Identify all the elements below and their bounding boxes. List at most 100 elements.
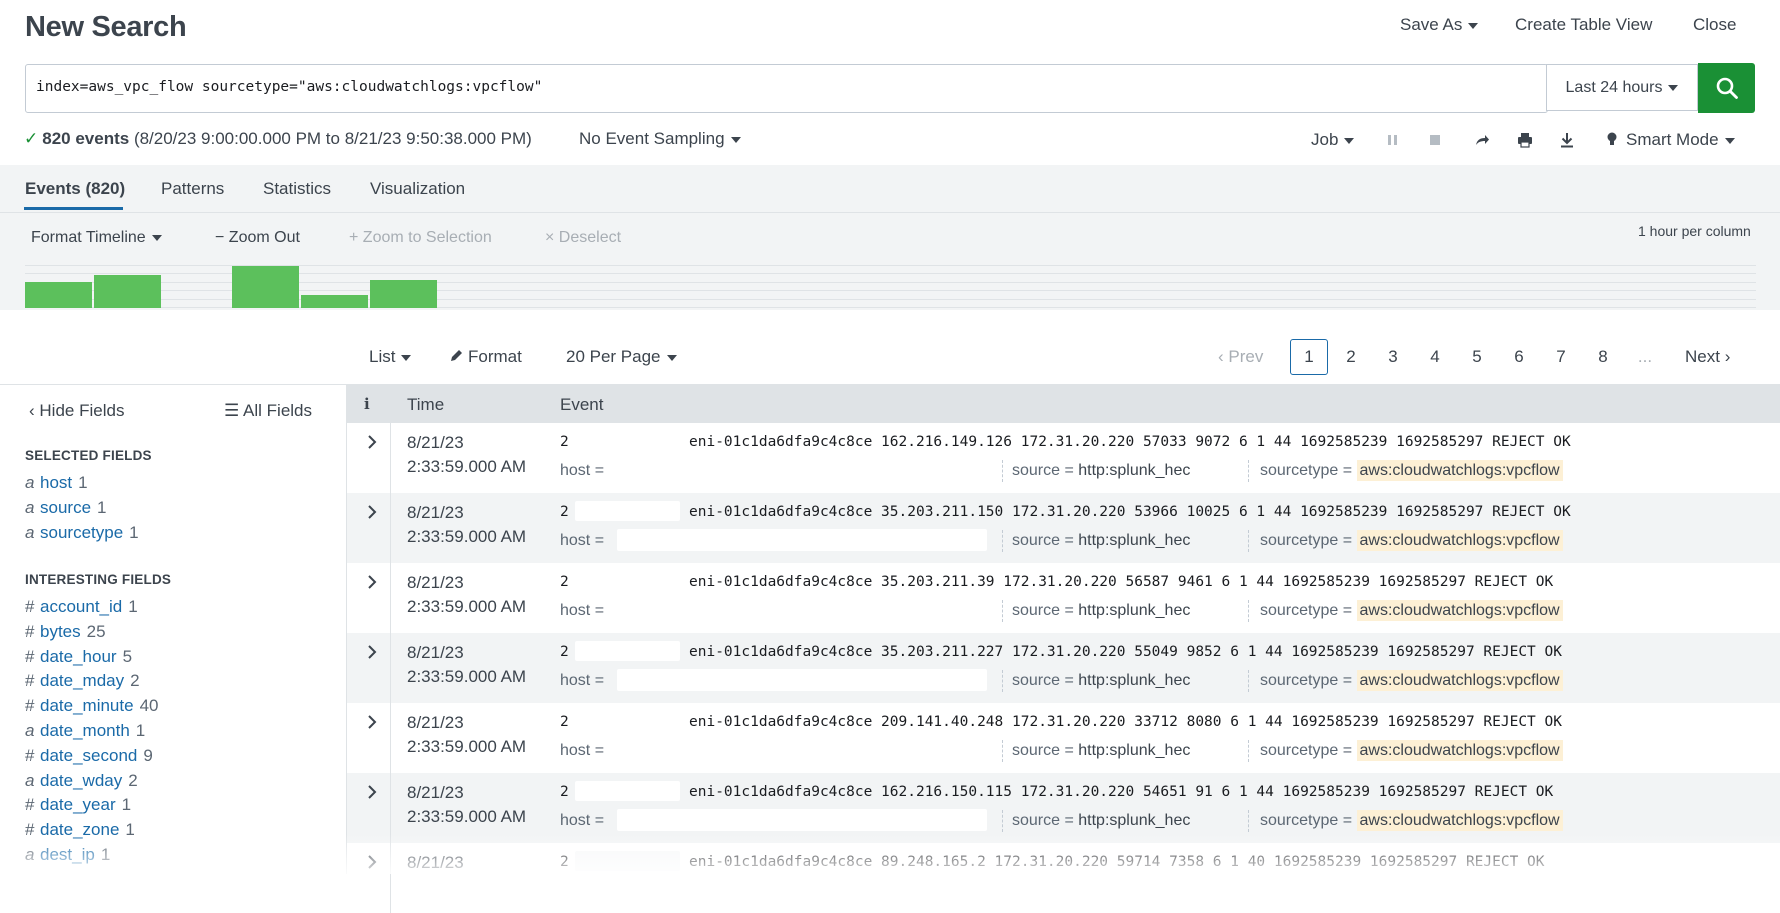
stop-button[interactable] <box>1425 130 1445 150</box>
format-menu[interactable]: Format <box>449 347 522 367</box>
zoom-to-selection-button[interactable]: + Zoom to Selection <box>349 229 492 247</box>
field-item-date_zone[interactable]: # date_zone 1 <box>25 820 135 840</box>
field-name[interactable]: dest_ip <box>40 845 95 864</box>
job-menu[interactable]: Job <box>1311 130 1355 150</box>
field-item-source[interactable]: a source 1 <box>25 498 107 518</box>
field-item-date_second[interactable]: # date_second 9 <box>25 746 153 766</box>
field-item-date_month[interactable]: a date_month 1 <box>25 721 145 741</box>
timeline-bar[interactable] <box>232 266 299 308</box>
share-button[interactable] <box>1472 130 1492 150</box>
event-raw-text[interactable]: eni-01c1da6dfa9c4c8ce 209.141.40.248 172… <box>689 714 1562 730</box>
zoom-out-button[interactable]: − Zoom Out <box>215 229 300 247</box>
field-host[interactable]: host = <box>560 742 604 760</box>
expand-row-button[interactable] <box>363 643 381 661</box>
expand-row-button[interactable] <box>363 853 381 871</box>
field-item-date_year[interactable]: # date_year 1 <box>25 795 131 815</box>
page-button-1[interactable]: 1 <box>1290 339 1328 375</box>
field-source[interactable]: source = http:splunk_hec <box>1012 812 1190 830</box>
expand-row-button[interactable] <box>363 783 381 801</box>
search-button[interactable] <box>1698 63 1755 113</box>
field-source[interactable]: source = http:splunk_hec <box>1012 532 1190 550</box>
expand-row-button[interactable] <box>363 503 381 521</box>
field-source[interactable]: source = http:splunk_hec <box>1012 742 1190 760</box>
pause-button[interactable] <box>1383 130 1403 150</box>
page-button-6[interactable]: 6 <box>1500 339 1538 375</box>
field-name[interactable]: date_wday <box>40 771 122 790</box>
field-sourcetype[interactable]: sourcetype = aws:cloudwatchlogs:vpcflow <box>1260 810 1563 831</box>
field-name[interactable]: date_year <box>40 795 116 814</box>
tab-events[interactable]: Events (820) <box>25 179 125 199</box>
page-button-7[interactable]: 7 <box>1542 339 1580 375</box>
field-sourcetype-value[interactable]: aws:cloudwatchlogs:vpcflow <box>1356 810 1563 831</box>
event-raw-text[interactable]: eni-01c1da6dfa9c4c8ce 162.216.149.126 17… <box>689 434 1571 450</box>
close-link[interactable]: Close <box>1693 15 1736 35</box>
field-host[interactable]: host = <box>560 462 604 480</box>
timeline-bar[interactable] <box>370 280 437 308</box>
event-raw-text[interactable]: eni-01c1da6dfa9c4c8ce 35.203.211.39 172.… <box>689 574 1553 590</box>
field-sourcetype-value[interactable]: aws:cloudwatchlogs:vpcflow <box>1356 530 1563 551</box>
expand-row-button[interactable] <box>363 573 381 591</box>
event-raw-text[interactable]: eni-01c1da6dfa9c4c8ce 35.203.211.227 172… <box>689 644 1562 660</box>
field-source[interactable]: source = http:splunk_hec <box>1012 602 1190 620</box>
field-source-value[interactable]: http:splunk_hec <box>1078 602 1190 619</box>
field-source-value[interactable]: http:splunk_hec <box>1078 742 1190 759</box>
event-raw-text[interactable]: eni-01c1da6dfa9c4c8ce 89.248.165.2 172.3… <box>689 854 1545 870</box>
format-timeline-menu[interactable]: Format Timeline <box>31 229 162 247</box>
field-name[interactable]: host <box>40 473 72 492</box>
field-source-value[interactable]: http:splunk_hec <box>1078 672 1190 689</box>
page-button-2[interactable]: 2 <box>1332 339 1370 375</box>
field-name[interactable]: date_zone <box>40 820 119 839</box>
page-button-4[interactable]: 4 <box>1416 339 1454 375</box>
field-source-value[interactable]: http:splunk_hec <box>1078 462 1190 479</box>
field-source[interactable]: source = http:splunk_hec <box>1012 462 1190 480</box>
field-name[interactable]: bytes <box>40 622 81 641</box>
field-source-value[interactable]: http:splunk_hec <box>1078 812 1190 829</box>
timeline-bar[interactable] <box>25 282 92 308</box>
field-sourcetype[interactable]: sourcetype = aws:cloudwatchlogs:vpcflow <box>1260 740 1563 761</box>
event-raw-text[interactable]: eni-01c1da6dfa9c4c8ce 35.203.211.150 172… <box>689 504 1571 520</box>
field-sourcetype-value[interactable]: aws:cloudwatchlogs:vpcflow <box>1356 740 1563 761</box>
time-range-picker[interactable]: Last 24 hours <box>1546 64 1698 111</box>
field-name[interactable]: date_second <box>40 746 137 765</box>
time-column-header[interactable]: Time <box>407 395 444 415</box>
field-name[interactable]: source <box>40 498 91 517</box>
field-name[interactable]: date_month <box>40 721 130 740</box>
field-name[interactable]: date_minute <box>40 696 134 715</box>
field-item-host[interactable]: a host 1 <box>25 473 88 493</box>
field-host[interactable]: host = <box>560 532 604 550</box>
create-table-view-link[interactable]: Create Table View <box>1515 15 1652 35</box>
tab-visualization[interactable]: Visualization <box>370 179 465 199</box>
tab-statistics[interactable]: Statistics <box>263 179 331 199</box>
field-item-date_mday[interactable]: # date_mday 2 <box>25 671 140 691</box>
event-raw-text[interactable]: eni-01c1da6dfa9c4c8ce 162.216.150.115 17… <box>689 784 1553 800</box>
hide-fields-button[interactable]: ‹ Hide Fields <box>29 401 124 421</box>
field-source-value[interactable]: http:splunk_hec <box>1078 532 1190 549</box>
export-button[interactable] <box>1557 130 1577 150</box>
search-mode-menu[interactable]: Smart Mode <box>1606 130 1735 150</box>
save-as-menu[interactable]: Save As <box>1400 15 1479 35</box>
field-host[interactable]: host = <box>560 602 604 620</box>
field-item-date_wday[interactable]: a date_wday 2 <box>25 771 138 791</box>
field-sourcetype-value[interactable]: aws:cloudwatchlogs:vpcflow <box>1356 670 1563 691</box>
field-name[interactable]: account_id <box>40 597 122 616</box>
event-sampling-menu[interactable]: No Event Sampling <box>579 129 741 149</box>
field-item-dest_ip[interactable]: a dest_ip 1 <box>25 845 110 865</box>
print-button[interactable] <box>1515 130 1535 150</box>
field-host[interactable]: host = <box>560 672 604 690</box>
field-item-bytes[interactable]: # bytes 25 <box>25 622 106 642</box>
page-button-8[interactable]: 8 <box>1584 339 1622 375</box>
list-view-menu[interactable]: List <box>369 347 412 367</box>
timeline-bar[interactable] <box>94 275 161 308</box>
field-item-sourcetype[interactable]: a sourcetype 1 <box>25 523 139 543</box>
field-name[interactable]: sourcetype <box>40 523 123 542</box>
field-item-account_id[interactable]: # account_id 1 <box>25 597 138 617</box>
page-button-5[interactable]: 5 <box>1458 339 1496 375</box>
field-sourcetype[interactable]: sourcetype = aws:cloudwatchlogs:vpcflow <box>1260 530 1563 551</box>
field-sourcetype[interactable]: sourcetype = aws:cloudwatchlogs:vpcflow <box>1260 670 1563 691</box>
field-item-date_minute[interactable]: # date_minute 40 <box>25 696 159 716</box>
expand-row-button[interactable] <box>363 433 381 451</box>
field-sourcetype[interactable]: sourcetype = aws:cloudwatchlogs:vpcflow <box>1260 600 1563 621</box>
field-sourcetype[interactable]: sourcetype = aws:cloudwatchlogs:vpcflow <box>1260 460 1563 481</box>
timeline-bar[interactable] <box>301 295 368 308</box>
search-query-text[interactable]: index=aws_vpc_flow sourcetype="aws:cloud… <box>36 79 542 95</box>
